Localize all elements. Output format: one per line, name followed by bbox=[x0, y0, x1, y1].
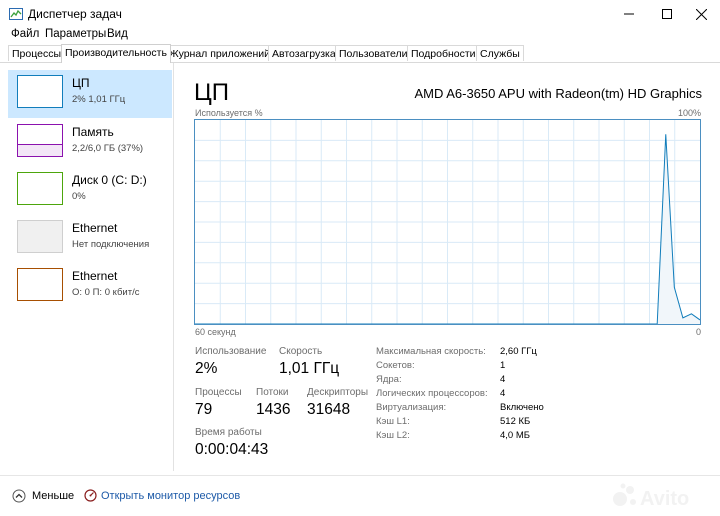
detail-value: 2,60 ГГц bbox=[500, 346, 537, 357]
graph-label-time: 60 секунд bbox=[195, 327, 236, 337]
tab-strip: Процессы Производительность Журнал прило… bbox=[0, 44, 720, 63]
threads-value: 1436 bbox=[256, 401, 291, 418]
tab-processes[interactable]: Процессы bbox=[8, 45, 66, 61]
detail-value: 4 bbox=[500, 374, 506, 385]
sidebar-item-value: 2,2/6,0 ГБ (37%) bbox=[72, 143, 144, 154]
detail-value: 512 КБ bbox=[500, 416, 531, 427]
cpu-thumbnail-graph bbox=[17, 75, 63, 108]
tab-services[interactable]: Службы bbox=[476, 45, 524, 61]
tab-users[interactable]: Пользователи bbox=[335, 45, 412, 61]
minimize-icon bbox=[624, 13, 634, 15]
sidebar-item-memory[interactable]: Память 2,2/6,0 ГБ (37%) bbox=[8, 119, 172, 167]
cpu-model-name: AMD A6-3650 APU with Radeon(tm) HD Graph… bbox=[414, 86, 702, 101]
sidebar-item-cpu[interactable]: ЦП 2% 1,01 ГГц bbox=[8, 70, 172, 118]
handles-value: 31648 bbox=[307, 401, 351, 418]
fewer-details-button[interactable]: Меньше bbox=[12, 489, 74, 503]
tab-app-history[interactable]: Журнал приложений bbox=[165, 45, 274, 61]
task-manager-icon bbox=[9, 8, 23, 20]
graph-label-min: 0 bbox=[695, 327, 701, 337]
disk-thumbnail-graph bbox=[17, 172, 63, 205]
fewer-details-label: Меньше bbox=[32, 490, 75, 502]
sidebar-item-ethernet[interactable]: Ethernet О: 0 П: 0 кбит/с bbox=[8, 263, 172, 311]
close-icon bbox=[695, 8, 707, 20]
chevron-up-icon bbox=[12, 489, 26, 503]
sidebar-item-name: Ethernet bbox=[72, 221, 118, 235]
speed-value: 1,01 ГГц bbox=[279, 360, 340, 377]
processes-label: Процессы bbox=[195, 387, 242, 398]
detail-label: Кэш L1: bbox=[376, 416, 410, 427]
sidebar-item-name: Диск 0 (C: D:) bbox=[72, 173, 147, 187]
resource-monitor-icon bbox=[84, 489, 97, 502]
window-title: Диспетчер задач bbox=[28, 7, 122, 21]
menu-bar: Файл Параметры Вид bbox=[0, 28, 720, 44]
detail-label: Виртуализация: bbox=[376, 402, 447, 413]
processes-value: 79 bbox=[195, 401, 213, 418]
watermark-text: Avito bbox=[640, 488, 689, 510]
graph-label-usage: Используется % bbox=[195, 108, 263, 118]
maximize-icon bbox=[662, 9, 672, 19]
detail-value: 4,0 МБ bbox=[500, 430, 530, 441]
detail-label: Логических процессоров: bbox=[376, 388, 488, 399]
menu-file[interactable]: Файл bbox=[11, 28, 39, 40]
detail-label: Сокетов: bbox=[376, 360, 415, 371]
sidebar-item-value: 2% 1,01 ГГц bbox=[72, 94, 126, 105]
detail-label: Ядра: bbox=[376, 374, 402, 385]
usage-value: 2% bbox=[195, 360, 218, 377]
menu-view[interactable]: Вид bbox=[107, 28, 128, 40]
menu-options[interactable]: Параметры bbox=[45, 28, 106, 40]
detail-value: 1 bbox=[500, 360, 506, 371]
open-resource-monitor-label: Открыть монитор ресурсов bbox=[101, 489, 241, 502]
open-resource-monitor-link[interactable]: Открыть монитор ресурсов bbox=[84, 489, 240, 502]
avito-watermark: Avito bbox=[613, 483, 689, 510]
ethernet-thumbnail-graph bbox=[17, 220, 63, 253]
cpu-usage-graph bbox=[194, 119, 701, 325]
close-button[interactable] bbox=[678, 0, 720, 28]
detail-value: Включено bbox=[500, 402, 544, 413]
title-bar: Диспетчер задач bbox=[0, 0, 720, 28]
graph-label-max: 100% bbox=[677, 108, 701, 118]
usage-label: Использование bbox=[195, 346, 267, 357]
tab-startup[interactable]: Автозагрузка bbox=[268, 45, 340, 61]
detail-label: Максимальная скорость: bbox=[376, 346, 486, 357]
sidebar-item-name: ЦП bbox=[72, 76, 90, 90]
task-manager-window: Диспетчер задач Файл Параметры Вид Проце… bbox=[0, 0, 720, 515]
tab-details[interactable]: Подробности bbox=[407, 45, 480, 61]
handles-label: Дескрипторы bbox=[307, 387, 369, 398]
sidebar-item-name: Ethernet bbox=[72, 269, 118, 283]
sidebar-item-ethernet-disconnected[interactable]: Ethernet Нет подключения bbox=[8, 215, 172, 263]
tab-performance[interactable]: Производительность bbox=[61, 44, 171, 63]
sidebar-item-disk[interactable]: Диск 0 (C: D:) 0% bbox=[8, 167, 172, 215]
memory-thumbnail-graph bbox=[17, 124, 63, 157]
speed-label: Скорость bbox=[279, 346, 323, 357]
threads-label: Потоки bbox=[256, 387, 289, 398]
sidebar-item-name: Память bbox=[72, 125, 114, 139]
detail-label: Кэш L2: bbox=[376, 430, 410, 441]
uptime-value: 0:00:04:43 bbox=[195, 441, 269, 458]
cpu-usage-chart bbox=[195, 120, 700, 324]
cpu-details-panel: ЦП AMD A6-3650 APU with Radeon(tm) HD Gr… bbox=[182, 63, 712, 471]
uptime-label: Время работы bbox=[195, 427, 262, 438]
footer-bar: Меньше Открыть монитор ресурсов Avito bbox=[0, 475, 720, 516]
detail-value: 4 bbox=[500, 388, 506, 399]
resource-sidebar: ЦП 2% 1,01 ГГц Память 2,2/6,0 ГБ (37%) Д… bbox=[0, 63, 174, 471]
page-title: ЦП bbox=[194, 79, 230, 106]
sidebar-item-value: 0% bbox=[72, 191, 86, 202]
sidebar-item-value: Нет подключения bbox=[72, 239, 150, 250]
ethernet-thumbnail-graph bbox=[17, 268, 63, 301]
sidebar-item-value: О: 0 П: 0 кбит/с bbox=[72, 287, 140, 298]
